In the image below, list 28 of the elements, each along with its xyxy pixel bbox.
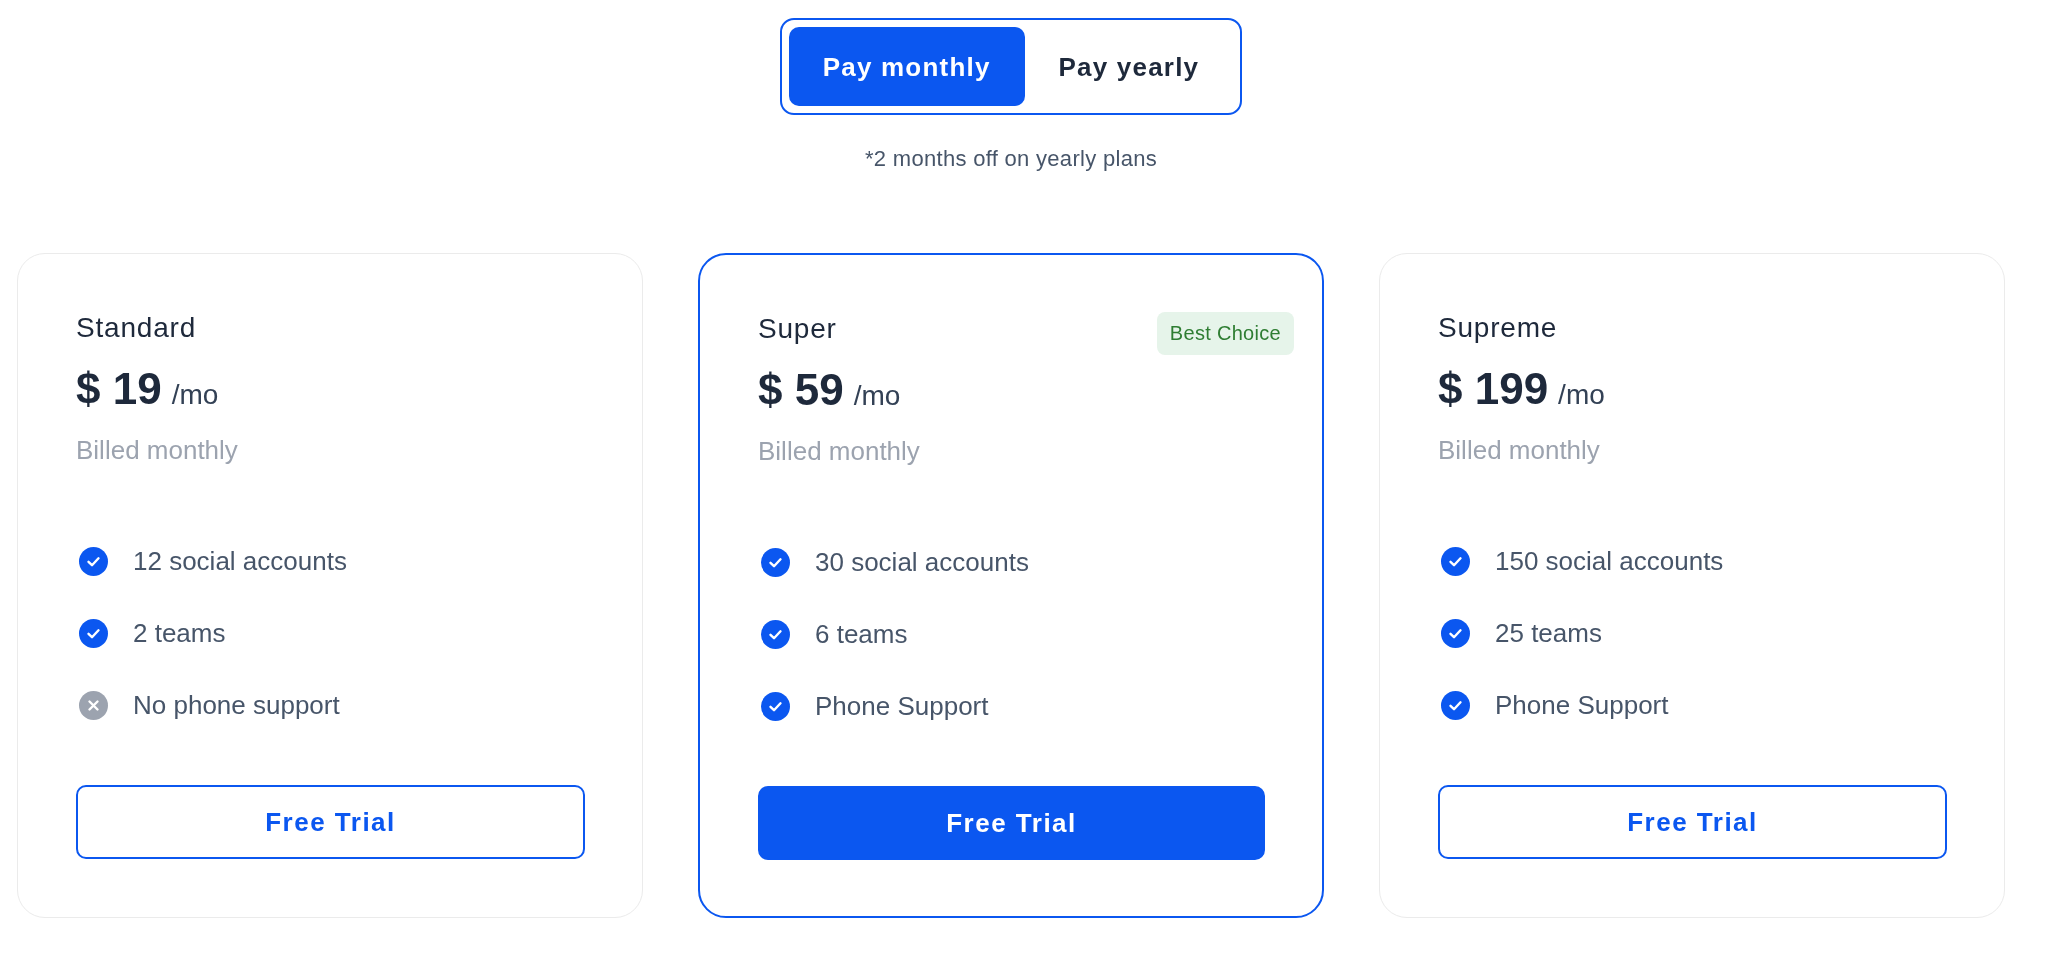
plan-price: $ 199 [1438,363,1549,415]
billing-note: Billed monthly [758,436,920,466]
feature-text: 30 social accounts [815,547,1029,577]
plan-name: Standard [76,312,197,344]
price-period: /mo [1558,379,1605,411]
feature-text: 2 teams [133,618,226,648]
price-period: /mo [171,379,219,411]
billing-note: Billed monthly [76,435,238,465]
discount-note: *2 months off on yearly plans [865,146,1157,172]
free-trial-button[interactable]: Free Trial [76,785,585,859]
feature-text: 6 teams [815,619,908,649]
billing-option-tab[interactable]: Pay yearly [1024,27,1234,106]
best-choice-badge: Best Choice [1156,312,1294,355]
feature-text: 12 social accounts [133,546,347,576]
billing-option-tab[interactable]: Pay monthly [788,27,1025,106]
feature-text: 25 teams [1495,618,1602,648]
plan-name: Supreme [1438,312,1558,344]
feature-text: No phone support [133,690,340,720]
feature-text: 150 social accounts [1495,546,1724,576]
plan-price: $ 19 [76,363,162,415]
plan-price: $ 59 [758,364,844,416]
feature-text: Phone Support [815,691,989,721]
plan-name: Super [758,313,837,345]
free-trial-button[interactable]: Free Trial [1438,785,1947,859]
free-trial-button[interactable]: Free Trial [758,786,1265,860]
feature-text: Phone Support [1495,690,1669,720]
billing-note: Billed monthly [1438,435,1600,465]
price-period: /mo [853,380,901,412]
